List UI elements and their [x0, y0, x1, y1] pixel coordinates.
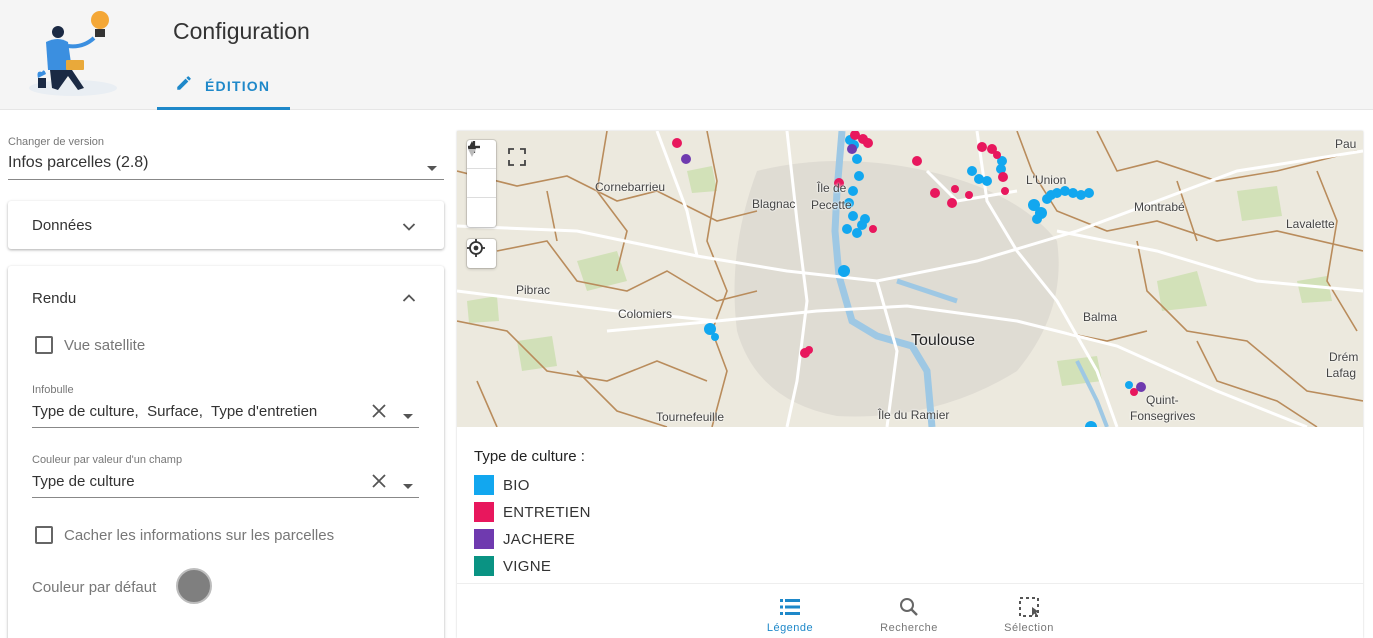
clear-icon[interactable] [371, 473, 387, 494]
chevron-down-icon[interactable] [402, 219, 416, 237]
couleur-champ-select[interactable]: Type de culture [32, 473, 135, 490]
clear-icon[interactable] [371, 403, 387, 424]
vue-satellite-label: Vue satellite [64, 337, 146, 354]
map-label: Colomiers [618, 307, 673, 321]
legend-label: BIO [503, 476, 530, 494]
vue-satellite-checkbox[interactable] [35, 336, 53, 354]
bottom-navigation: Légende Recherche Sélection [457, 583, 1363, 638]
map-label: Pecette [811, 198, 852, 212]
rendu-accordion: Rendu Vue satellite Infobulle Type de cu… [8, 266, 444, 638]
app-logo-illustration [28, 8, 128, 100]
map-view[interactable]: Cornebarrieu Blagnac Île de Pecette L'Un… [457, 131, 1363, 427]
legend-item: BIO [474, 475, 530, 495]
map-label: Lafag [1326, 366, 1357, 380]
zoom-out-button[interactable] [467, 145, 496, 198]
crosshair-icon [467, 239, 485, 257]
tab-edition-label: ÉDITION [205, 77, 271, 94]
app-header: Configuration ÉDITION [0, 0, 1373, 110]
map-label: Île du Ramier [878, 408, 950, 422]
legend-title: Type de culture : [474, 448, 585, 465]
map-label: Montrabé [1134, 200, 1185, 214]
nav-legende[interactable]: Légende [750, 596, 830, 634]
couleur-defaut-label: Couleur par défaut [32, 579, 157, 596]
compass-icon [468, 141, 476, 157]
chevron-up-icon[interactable] [402, 290, 416, 308]
geolocate-button[interactable] [467, 239, 496, 268]
cacher-info-label: Cacher les informations sur les parcelle… [64, 527, 335, 544]
map-label: Pibrac [516, 283, 551, 297]
page-title: Configuration [173, 18, 310, 44]
legend-swatch [474, 556, 494, 576]
zoom-control [467, 140, 496, 227]
search-icon [869, 596, 949, 618]
compass-button[interactable] [467, 141, 496, 227]
map-panel: Cornebarrieu Blagnac Île de Pecette L'Un… [457, 131, 1363, 638]
nav-legende-label: Légende [766, 622, 814, 634]
legend-item: ENTRETIEN [474, 502, 591, 522]
caret-down-icon[interactable] [402, 408, 414, 426]
couleur-champ-label: Couleur par valeur d'un champ [32, 454, 183, 466]
map-label-city: Toulouse [911, 332, 976, 349]
legend-item: VIGNE [474, 556, 551, 576]
map-label: L'Union [1026, 173, 1067, 187]
infobulle-select[interactable]: Type de culture, Surface, Type d'entreti… [32, 403, 317, 420]
map-label: Fonsegrives [1130, 409, 1196, 423]
legend-swatch [474, 502, 494, 522]
tab-edition[interactable]: ÉDITION [157, 64, 290, 110]
nav-selection-label: Sélection [1004, 622, 1054, 634]
map-label: Quint- [1146, 393, 1179, 407]
map-label: Tournefeuille [656, 410, 725, 424]
nav-recherche-label: Recherche [880, 622, 938, 634]
legend-swatch [474, 475, 494, 495]
map-label: Balma [1083, 310, 1118, 324]
donnees-accordion[interactable]: Données [8, 201, 444, 249]
map-label: Lavalette [1286, 217, 1335, 231]
map-label: Cornebarrieu [595, 180, 666, 194]
map-label: Blagnac [752, 197, 796, 211]
legend-swatch [474, 529, 494, 549]
map-label: Drém [1329, 350, 1359, 364]
rendu-title[interactable]: Rendu [32, 290, 76, 307]
legend-item: JACHERE [474, 529, 575, 549]
infobulle-label: Infobulle [32, 384, 74, 396]
version-select[interactable]: Infos parcelles (2.8) [8, 154, 149, 172]
infobulle-underline [32, 427, 419, 428]
caret-down-icon[interactable] [426, 160, 438, 178]
legend-label: JACHERE [503, 530, 576, 548]
version-select-underline [8, 179, 444, 180]
left-panel: Changer de version Infos parcelles (2.8)… [0, 110, 452, 638]
cacher-info-checkbox[interactable] [35, 526, 53, 544]
list-icon [750, 596, 830, 618]
couleur-champ-underline [32, 497, 419, 498]
nav-selection[interactable]: Sélection [989, 596, 1069, 634]
map-label: Île de [817, 181, 847, 195]
map-label: Pau [1335, 137, 1357, 151]
donnees-title: Données [32, 217, 93, 234]
legend-label: ENTRETIEN [503, 503, 591, 521]
legend-label: VIGNE [503, 557, 552, 575]
couleur-defaut-swatch[interactable] [176, 568, 212, 604]
caret-down-icon[interactable] [402, 478, 414, 496]
nav-recherche[interactable]: Recherche [869, 596, 949, 634]
pencil-icon [175, 74, 193, 97]
selection-icon [989, 596, 1069, 618]
version-select-label: Changer de version [8, 136, 105, 148]
